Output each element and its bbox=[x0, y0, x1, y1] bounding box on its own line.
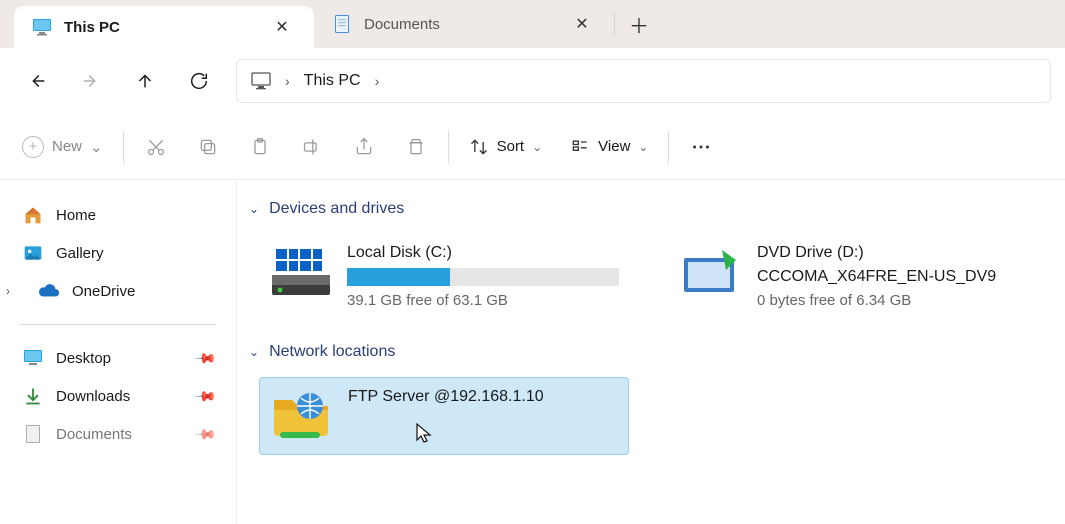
gallery-icon bbox=[22, 242, 44, 264]
drive-free-text: 0 bytes free of 6.34 GB bbox=[757, 292, 1029, 309]
chevron-right-icon[interactable]: › bbox=[6, 284, 10, 298]
refresh-button[interactable] bbox=[176, 58, 222, 104]
sidebar-item-label: Home bbox=[56, 207, 96, 224]
sort-label: Sort bbox=[497, 138, 525, 155]
pin-icon[interactable]: 📌 bbox=[193, 346, 217, 370]
sidebar-item-downloads[interactable]: Downloads 📌 bbox=[12, 377, 224, 415]
address-bar[interactable]: › This PC › bbox=[236, 59, 1051, 103]
sidebar-item-documents[interactable]: Documents 📌 bbox=[12, 415, 224, 453]
copy-icon[interactable] bbox=[196, 135, 220, 159]
more-button[interactable] bbox=[689, 135, 713, 159]
chevron-down-icon: ⌄ bbox=[638, 140, 648, 154]
sort-button[interactable]: Sort ⌄ bbox=[469, 137, 543, 157]
chevron-down-icon: ⌄ bbox=[90, 138, 103, 156]
sidebar: Home Gallery › OneDrive Desktop 📌 Downlo… bbox=[0, 180, 237, 524]
chevron-right-icon[interactable]: › bbox=[375, 73, 380, 89]
drive-local-disk[interactable]: Local Disk (C:) 39.1 GB free of 63.1 GB bbox=[259, 234, 629, 319]
group-title: Devices and drives bbox=[269, 200, 404, 218]
drive-title: DVD Drive (D:) bbox=[757, 244, 1029, 262]
sidebar-item-label: Downloads bbox=[56, 388, 130, 405]
breadcrumb-segment[interactable]: This PC bbox=[304, 72, 361, 90]
share-icon[interactable] bbox=[352, 135, 376, 159]
drive-usage-bar bbox=[347, 268, 619, 286]
paste-icon[interactable] bbox=[248, 135, 272, 159]
delete-icon[interactable] bbox=[404, 135, 428, 159]
sidebar-item-label: OneDrive bbox=[72, 283, 135, 300]
up-button[interactable] bbox=[122, 58, 168, 104]
tab-this-pc[interactable]: This PC ✕ bbox=[14, 6, 314, 48]
new-label: New bbox=[52, 138, 82, 155]
sidebar-item-gallery[interactable]: Gallery bbox=[12, 234, 224, 272]
sidebar-item-home[interactable]: Home bbox=[12, 196, 224, 234]
divider bbox=[20, 324, 216, 325]
plus-circle-icon: + bbox=[22, 136, 44, 158]
pin-icon[interactable]: 📌 bbox=[193, 384, 217, 408]
sidebar-item-label: Gallery bbox=[56, 245, 104, 262]
pin-icon[interactable]: 📌 bbox=[193, 422, 217, 446]
drive-title: Local Disk (C:) bbox=[347, 244, 619, 262]
downloads-icon bbox=[22, 385, 44, 407]
monitor-icon bbox=[32, 17, 52, 37]
tab-title: This PC bbox=[64, 19, 256, 36]
dvd-drive-icon bbox=[679, 244, 743, 300]
chevron-down-icon: ⌄ bbox=[532, 140, 542, 154]
desktop-icon bbox=[22, 347, 44, 369]
group-header-devices[interactable]: ⌄ Devices and drives bbox=[241, 194, 1061, 224]
hard-drive-icon bbox=[269, 244, 333, 300]
home-icon bbox=[22, 204, 44, 226]
forward-button[interactable] bbox=[68, 58, 114, 104]
content-pane: ⌄ Devices and drives bbox=[237, 180, 1065, 524]
monitor-icon bbox=[251, 72, 271, 90]
sidebar-item-label: Desktop bbox=[56, 350, 111, 367]
sidebar-item-onedrive[interactable]: › OneDrive bbox=[12, 272, 224, 310]
cut-icon[interactable] bbox=[144, 135, 168, 159]
nav-bar: › This PC › bbox=[0, 48, 1065, 114]
documents-icon bbox=[22, 423, 44, 445]
toolbar: + New ⌄ Sort ⌄ View ⌄ bbox=[0, 114, 1065, 180]
drive-usage-fill bbox=[347, 268, 450, 286]
tab-bar: This PC ✕ Documents ✕ ＋ bbox=[0, 0, 1065, 48]
onedrive-icon bbox=[38, 280, 60, 302]
new-button[interactable]: + New ⌄ bbox=[22, 136, 103, 158]
group-header-network[interactable]: ⌄ Network locations bbox=[241, 337, 1061, 367]
back-button[interactable] bbox=[14, 58, 60, 104]
view-button[interactable]: View ⌄ bbox=[570, 137, 648, 157]
sidebar-item-desktop[interactable]: Desktop 📌 bbox=[12, 339, 224, 377]
cursor-icon bbox=[415, 422, 433, 444]
chevron-down-icon: ⌄ bbox=[249, 345, 259, 359]
drive-dvd[interactable]: DVD Drive (D:) CCCOMA_X64FRE_EN-US_DV9 0… bbox=[669, 234, 1039, 319]
rename-icon[interactable] bbox=[300, 135, 324, 159]
group-title: Network locations bbox=[269, 343, 395, 361]
drive-subtitle: CCCOMA_X64FRE_EN-US_DV9 bbox=[757, 268, 1029, 286]
tab-title: Documents bbox=[364, 16, 556, 33]
close-icon[interactable]: ✕ bbox=[268, 13, 296, 41]
tab-documents[interactable]: Documents ✕ bbox=[314, 0, 614, 48]
chevron-down-icon: ⌄ bbox=[249, 202, 259, 216]
drive-ftp-server[interactable]: FTP Server @192.168.1.10 bbox=[259, 377, 629, 455]
new-tab-button[interactable]: ＋ bbox=[615, 0, 663, 48]
document-icon bbox=[332, 14, 352, 34]
view-label: View bbox=[598, 138, 630, 155]
main-area: Home Gallery › OneDrive Desktop 📌 Downlo… bbox=[0, 180, 1065, 524]
drive-free-text: 39.1 GB free of 63.1 GB bbox=[347, 292, 619, 309]
ftp-folder-icon bbox=[270, 388, 334, 444]
drive-title: FTP Server @192.168.1.10 bbox=[348, 388, 618, 406]
sidebar-item-label: Documents bbox=[56, 426, 132, 443]
close-icon[interactable]: ✕ bbox=[568, 10, 596, 38]
chevron-right-icon[interactable]: › bbox=[285, 73, 290, 89]
